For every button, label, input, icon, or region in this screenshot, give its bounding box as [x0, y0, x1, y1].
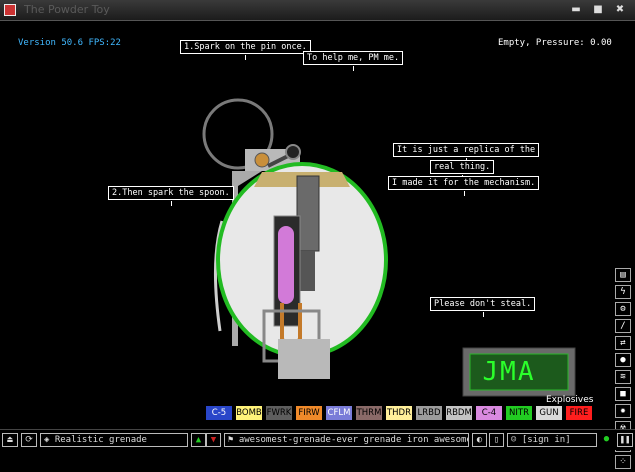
reload-icon[interactable]: ⟳	[21, 433, 37, 447]
vote-up-button[interactable]: ▲	[191, 433, 206, 447]
open-icon[interactable]: ⏏	[2, 433, 18, 447]
base-plug	[278, 339, 330, 379]
save-name-field[interactable]: ◈ Realistic grenade	[40, 433, 188, 447]
save-icon[interactable]: ▤	[615, 268, 631, 282]
tags-field[interactable]: ⚑ awesomest-grenade-ever grenade iron aw…	[224, 433, 469, 447]
element-bomb-button[interactable]: BOMB	[236, 406, 262, 420]
life-icon[interactable]: ⁘	[615, 455, 631, 469]
logo-text: JMA	[482, 357, 536, 387]
element-firw-button[interactable]: FIRW	[296, 406, 322, 420]
element-palette: C-5 BOMB FWRK FIRW CFLM THRM THDR LRBD RBDM C-4 NI…	[206, 406, 606, 420]
element-lrbd-button[interactable]: LRBD	[416, 406, 442, 420]
save-name: Realistic grenade	[54, 435, 147, 445]
element-thdr-button[interactable]: THDR	[386, 406, 412, 420]
tag-icon: ◈	[44, 435, 55, 445]
category-label: Explosives	[546, 395, 594, 405]
element-c-4-button[interactable]: C-4	[476, 406, 502, 420]
element-rbdm-button[interactable]: RBDM	[446, 406, 472, 420]
user-icon: ☺	[511, 435, 522, 445]
solid-icon[interactable]: ■	[615, 387, 631, 401]
element-fire-button[interactable]: FIRE	[566, 406, 592, 420]
maximize-button[interactable]: ■	[592, 4, 604, 16]
detonator-charge	[278, 226, 294, 304]
status-readout: Empty, Pressure: 0.00	[498, 38, 612, 48]
note-pm: To help me, PM me.	[303, 51, 404, 71]
element-c-5-button[interactable]: C-5	[206, 406, 232, 420]
pin-screw	[254, 152, 270, 168]
app-icon	[4, 4, 16, 16]
bottom-bar: ⏏ ⟳ ◈ Realistic grenade ▲ ▼ ⚑ awesomest-…	[0, 429, 635, 450]
sensor-icon[interactable]: /	[615, 319, 631, 333]
minimize-button[interactable]: ▬	[570, 4, 582, 16]
vote-down-button[interactable]: ▼	[206, 433, 221, 447]
explosives-icon[interactable]: ✹	[615, 404, 631, 418]
tags-text: awesomest-grenade-ever grenade iron awes…	[238, 435, 469, 445]
window-title: The Powder Toy	[24, 3, 110, 16]
simulation-canvas[interactable]: Version 50.6 FPS:22 Empty, Pressure: 0.0…	[0, 21, 612, 429]
clear-icon[interactable]: ◐	[472, 433, 487, 447]
note-dont-steal: Please don't steal.	[430, 297, 536, 317]
electric-icon[interactable]: ϟ	[615, 285, 631, 299]
tags-icon: ⚑	[228, 435, 234, 445]
close-button[interactable]: ✖	[614, 4, 626, 16]
note-mechanism: I made it for the mechanism.	[388, 176, 540, 196]
version-fps: Version 50.6 FPS:22	[18, 38, 121, 48]
report-icon[interactable]: ▯	[489, 433, 504, 447]
powered-icon[interactable]: ⚙	[615, 302, 631, 316]
liquid-icon[interactable]: ●	[615, 353, 631, 367]
note-spark-spoon: 2.Then spark the spoon.	[108, 186, 234, 206]
gas-icon[interactable]: ≋	[615, 370, 631, 384]
note-real-thing: real thing.	[430, 160, 495, 180]
element-nitr-button[interactable]: NITR	[506, 406, 532, 420]
sign-in-label: [sign in]	[521, 435, 571, 445]
element-gun-button[interactable]: GUN	[536, 406, 562, 420]
pin-hinge	[285, 144, 301, 160]
element-fwrk-button[interactable]: FWRK	[266, 406, 292, 420]
title-bar: The Powder Toy ▬ ■ ✖	[0, 0, 635, 21]
element-cflm-button[interactable]: CFLM	[326, 406, 352, 420]
note-replica: It is just a replica of the	[393, 143, 540, 163]
note-spark-pin: 1.Spark on the pin once.	[180, 40, 311, 60]
sign-in-button[interactable]: ☺ [sign in]	[507, 433, 597, 447]
pause-button[interactable]: ❚❚	[617, 433, 633, 447]
force-icon[interactable]: ⇄	[615, 336, 631, 350]
display-icon[interactable]: ●	[600, 433, 613, 447]
element-thrm-button[interactable]: THRM	[356, 406, 382, 420]
striker	[299, 251, 315, 291]
